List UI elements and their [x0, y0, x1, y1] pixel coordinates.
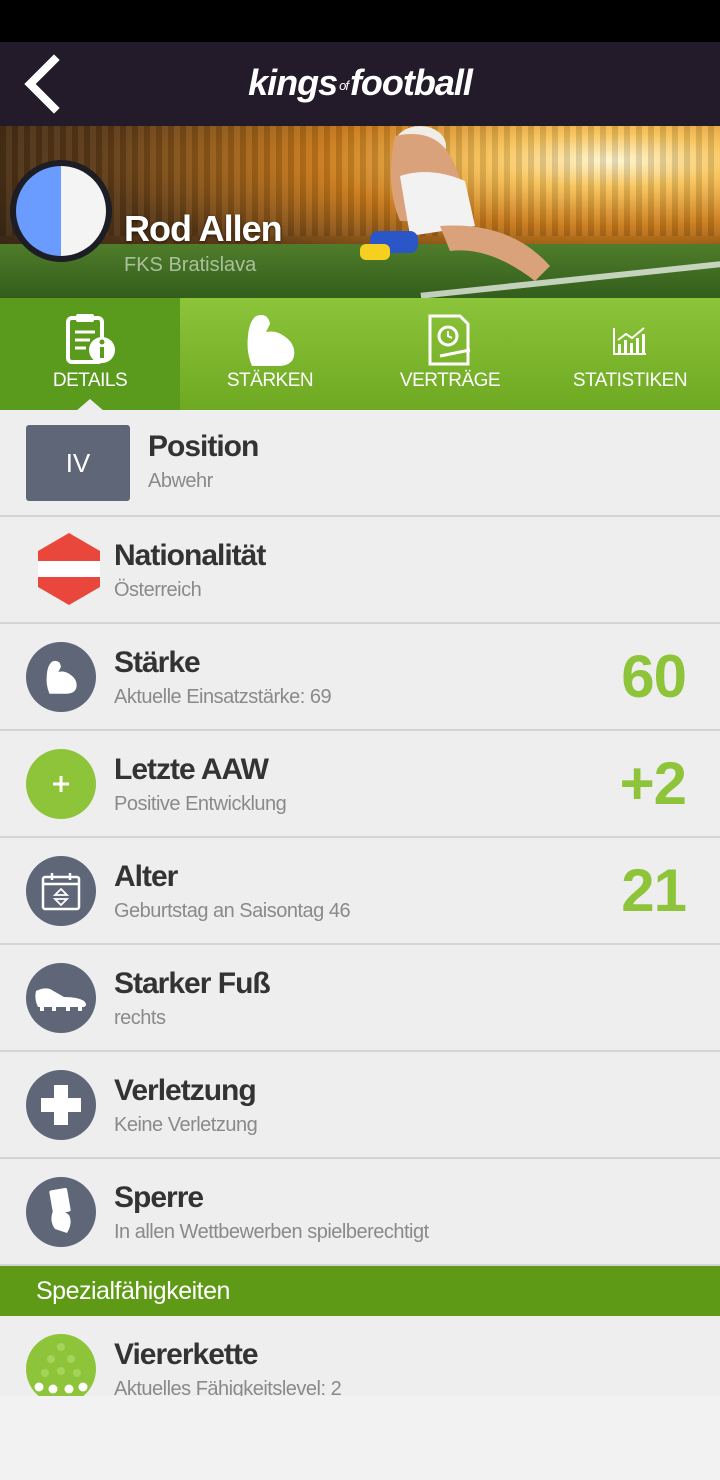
- age-value: 21: [621, 857, 687, 924]
- row-title: Nationalität: [114, 539, 266, 572]
- row-subtitle: Positive Entwicklung: [114, 793, 287, 815]
- position-row[interactable]: IV Position Abwehr: [0, 410, 720, 517]
- row-title: Stärke: [114, 646, 201, 679]
- formation-dots-icon: [26, 1334, 96, 1396]
- age-row[interactable]: Alter Geburtstag an Saisontag 46 21: [0, 838, 720, 945]
- special-abilities-header: Spezialfähigkeiten: [0, 1266, 720, 1316]
- bottom-area: [0, 1396, 720, 1480]
- row-title: Letzte AAW: [114, 753, 269, 786]
- row-subtitle: Aktuelles Fähigkeitslevel: 2: [114, 1378, 342, 1396]
- player-celebration-image: [360, 126, 550, 281]
- strength-value: 60: [621, 643, 687, 710]
- row-subtitle: Österreich: [114, 579, 202, 601]
- row-subtitle: Geburtstag an Saisontag 46: [114, 900, 351, 922]
- medical-cross-icon: [26, 1070, 96, 1140]
- row-subtitle: In allen Wettbewerben spielberechtigt: [114, 1221, 429, 1243]
- aaw-row[interactable]: Letzte AAW Positive Entwicklung +2: [0, 731, 720, 838]
- status-bar: [0, 0, 720, 42]
- nationality-row[interactable]: Nationalität Österreich: [0, 517, 720, 624]
- special-ability-row[interactable]: Viererkette Aktuelles Fähigkeitslevel: 2: [0, 1316, 720, 1396]
- referee-card-icon: [26, 1177, 96, 1247]
- row-subtitle: Keine Verletzung: [114, 1114, 258, 1136]
- player-details-list: IV Position Abwehr Nationalität Österrei…: [0, 410, 720, 1396]
- bicep-icon: [247, 315, 295, 366]
- tab-label: STATISTIKEN: [572, 370, 688, 391]
- row-title: Position: [148, 430, 259, 463]
- row-subtitle: rechts: [114, 1007, 166, 1029]
- tab-label: STÄRKEN: [226, 370, 314, 391]
- app-logo: kings offootball: [248, 62, 473, 103]
- row-subtitle: Aktuelle Einsatzstärke: 69: [114, 686, 332, 708]
- ban-row[interactable]: Sperre In allen Wettbewerben spielberech…: [0, 1159, 720, 1266]
- football-boot-icon: [26, 963, 96, 1033]
- chart-icon: [613, 327, 646, 355]
- injury-row[interactable]: Verletzung Keine Verletzung: [0, 1052, 720, 1159]
- tab-bar: DETAILS STÄRKEN VERTRÄGE STATISTIKEN: [0, 298, 720, 411]
- tab-staerken[interactable]: STÄRKEN: [180, 298, 360, 410]
- calendar-icon: [26, 856, 96, 926]
- bicep-icon: [26, 642, 96, 712]
- position-badge: IV: [26, 425, 130, 501]
- row-title: Alter: [114, 860, 178, 893]
- player-club: FKS Bratislava: [124, 254, 257, 276]
- foot-row[interactable]: Starker Fuß rechts: [0, 945, 720, 1052]
- tab-details[interactable]: DETAILS: [0, 298, 180, 411]
- app-bar: kings offootball: [0, 42, 720, 126]
- row-title: Verletzung: [114, 1074, 257, 1107]
- austria-flag-icon: [38, 533, 100, 605]
- aaw-value: +2: [619, 750, 687, 817]
- tab-label: VERTRÄGE: [399, 370, 501, 391]
- row-title: Viererkette: [114, 1338, 259, 1371]
- row-title: Sperre: [114, 1181, 204, 1214]
- player-name: Rod Allen: [124, 208, 283, 249]
- club-crest: [10, 160, 112, 262]
- plus-icon: [26, 749, 96, 819]
- clipboard-info-icon: [66, 314, 115, 364]
- strength-row[interactable]: Stärke Aktuelle Einsatzstärke: 69 60: [0, 624, 720, 731]
- tab-label: DETAILS: [52, 370, 128, 391]
- row-title: Starker Fuß: [114, 967, 271, 1000]
- tab-statistiken[interactable]: STATISTIKEN: [540, 298, 720, 410]
- tab-vertraege[interactable]: VERTRÄGE: [360, 298, 540, 410]
- row-subtitle: Abwehr: [148, 470, 213, 492]
- contract-icon: [428, 314, 471, 366]
